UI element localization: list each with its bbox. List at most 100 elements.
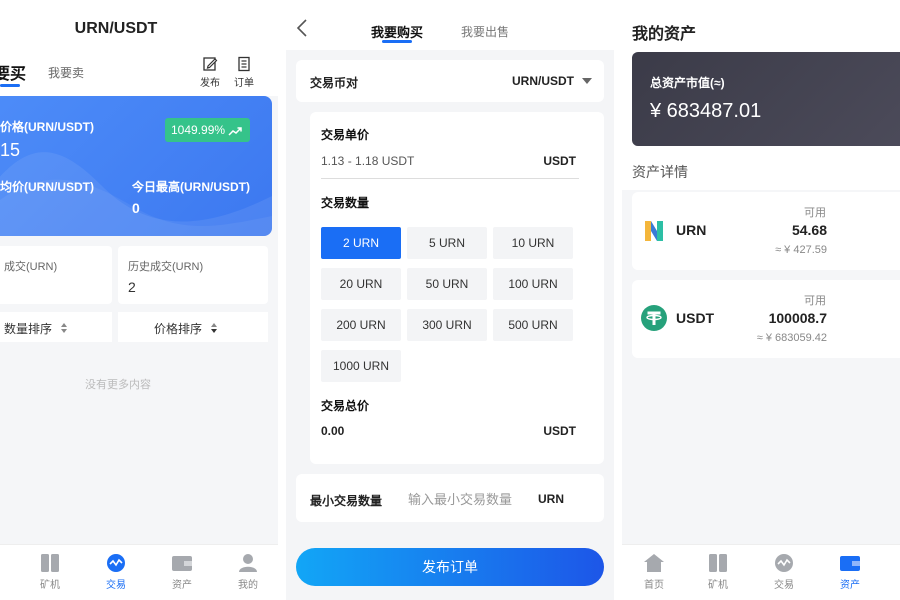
tab-miner[interactable]: 矿机	[30, 553, 70, 591]
divider	[321, 178, 579, 179]
tab-active-indicator	[0, 84, 20, 87]
pair-value: URN/USDT	[512, 74, 574, 88]
total-unit: USDT	[543, 424, 576, 438]
order-header: 我要购买 我要出售	[286, 0, 614, 50]
qty-option-2[interactable]: 2 URN	[321, 227, 401, 259]
volume-stat: 成交(URN)	[0, 246, 112, 304]
bottom-tab-bar: 矿机 交易 资产 我的	[0, 544, 278, 600]
sort-price-label: 价格排序	[154, 322, 203, 336]
back-chevron-icon[interactable]	[296, 18, 308, 38]
available-label: 可用	[804, 295, 826, 307]
bottom-tab-bar: 首页 矿机 交易 资产	[622, 544, 900, 600]
tab-buy[interactable]: 要买	[0, 60, 26, 84]
asset-name: USDT	[676, 310, 715, 326]
available-amount: 100008.7	[768, 310, 827, 326]
total-assets-card: 总资产市值(≈) ¥ 683487.01	[632, 52, 900, 146]
avg-price-label: 均价(URN/USDT)	[0, 180, 94, 194]
unit-price-range: 1.13 - 1.18 USDT	[321, 154, 415, 168]
tab-trade[interactable]: 交易	[96, 553, 136, 591]
quantity-label: 交易数量	[321, 196, 370, 210]
qty-option-10[interactable]: 10 URN	[493, 227, 573, 259]
total-value: 0.00	[321, 424, 345, 438]
price-label: 价格(URN/USDT)	[0, 120, 94, 134]
cny-value: ≈ ¥ 427.59	[775, 244, 827, 256]
history-value: 2	[128, 279, 136, 295]
home-icon	[644, 554, 664, 572]
asset-row-usdt[interactable]: USDT 可用 100008.7 ≈ ¥ 683059.42	[632, 280, 900, 358]
min-quantity-input[interactable]	[408, 486, 528, 512]
qty-option-50[interactable]: 50 URN	[407, 268, 487, 300]
publish-order-button[interactable]: 发布订单	[296, 548, 604, 586]
volume-label: 成交(URN)	[4, 261, 58, 273]
miner-icon	[709, 554, 727, 572]
change-badge-text: 1049.99%	[171, 123, 226, 137]
sort-quantity-label: 数量排序	[4, 322, 53, 336]
page-title: URN/USDT	[74, 20, 158, 37]
asset-row-urn[interactable]: URN 可用 54.68 ≈ ¥ 427.59	[632, 192, 900, 270]
history-label: 历史成交(URN)	[128, 261, 204, 273]
price-value: 15	[0, 140, 21, 160]
tab-sell[interactable]: 我要卖	[48, 64, 84, 81]
trade-icon	[775, 554, 793, 572]
urn-coin-icon	[645, 221, 663, 241]
tab-active-indicator	[382, 40, 412, 43]
sort-by-quantity[interactable]: 数量排序	[0, 312, 112, 342]
unit-price-unit: USDT	[543, 154, 576, 168]
sort-by-price[interactable]: 价格排序	[118, 312, 268, 342]
trade-icon	[107, 554, 125, 572]
usdt-coin-icon	[641, 305, 667, 331]
trend-up-icon	[228, 127, 243, 136]
user-icon	[239, 554, 257, 572]
available-label: 可用	[804, 207, 826, 219]
min-quantity-label: 最小交易数量	[310, 494, 383, 508]
tab-miner[interactable]: 矿机	[698, 553, 738, 591]
change-badge: 1049.99%	[165, 118, 250, 142]
trade-market-screen: URN/USDT 要买 我要卖 发布 订单 价格(URN/USDT) 15 10…	[0, 0, 278, 600]
my-assets-screen: 我的资产 总资产市值(≈) ¥ 683487.01 资产详情 URN 可用 54…	[622, 0, 900, 600]
orders-button[interactable]: 订单	[232, 56, 256, 89]
sort-icon	[61, 323, 67, 333]
tab-miner-label: 矿机	[40, 580, 60, 591]
qty-option-300[interactable]: 300 URN	[407, 309, 487, 341]
tab-home[interactable]: 首页	[634, 553, 674, 591]
document-icon	[238, 56, 250, 72]
available-amount: 54.68	[791, 222, 827, 238]
miner-icon	[41, 554, 59, 572]
pair-label: 交易币对	[310, 76, 359, 90]
qty-option-20[interactable]: 20 URN	[321, 268, 401, 300]
order-form: 交易单价 1.13 - 1.18 USDT USDT 交易数量 2 URN 5 …	[310, 112, 604, 464]
total-assets-label: 总资产市值(≈)	[650, 76, 725, 90]
sort-icon	[211, 323, 217, 333]
unit-price-label: 交易单价	[321, 128, 370, 142]
page-title: 我的资产	[632, 26, 697, 43]
tab-assets[interactable]: 资产	[162, 553, 202, 591]
cny-value: ≈ ¥ 683059.42	[756, 332, 827, 344]
tab-assets[interactable]: 资产	[830, 553, 870, 591]
orders-label: 订单	[234, 78, 254, 89]
qty-option-500[interactable]: 500 URN	[493, 309, 573, 341]
market-header: URN/USDT 要买 我要卖 发布 订单	[0, 0, 278, 96]
qty-option-1000[interactable]: 1000 URN	[321, 350, 401, 382]
tab-trade-label: 交易	[106, 580, 126, 591]
qty-option-100[interactable]: 100 URN	[493, 268, 573, 300]
publish-label: 发布	[200, 78, 220, 89]
asset-details-label: 资产详情	[632, 164, 688, 180]
qty-option-5[interactable]: 5 URN	[407, 227, 487, 259]
today-high-value: 0	[132, 200, 140, 216]
today-high-label: 今日最高(URN/USDT)	[132, 180, 250, 194]
tab-trade-label: 交易	[774, 580, 794, 591]
tab-mine[interactable]: 我的	[228, 553, 268, 591]
tab-buy[interactable]: 我要购买	[371, 22, 423, 41]
tab-assets-label: 资产	[840, 580, 860, 591]
qty-option-200[interactable]: 200 URN	[321, 309, 401, 341]
caret-down-icon	[582, 78, 592, 84]
min-quantity-row: 最小交易数量 URN	[296, 474, 604, 522]
tab-assets-label: 资产	[172, 580, 192, 591]
pair-select[interactable]: 交易币对 URN/USDT	[296, 60, 604, 102]
tab-trade[interactable]: 交易	[764, 553, 804, 591]
tab-miner-label: 矿机	[708, 580, 728, 591]
tab-sell[interactable]: 我要出售	[461, 23, 509, 40]
assets-header: 我的资产 总资产市值(≈) ¥ 683487.01 资产详情	[622, 0, 900, 190]
total-assets-value: ¥ 683487.01	[650, 100, 762, 122]
publish-button[interactable]: 发布	[198, 56, 222, 89]
